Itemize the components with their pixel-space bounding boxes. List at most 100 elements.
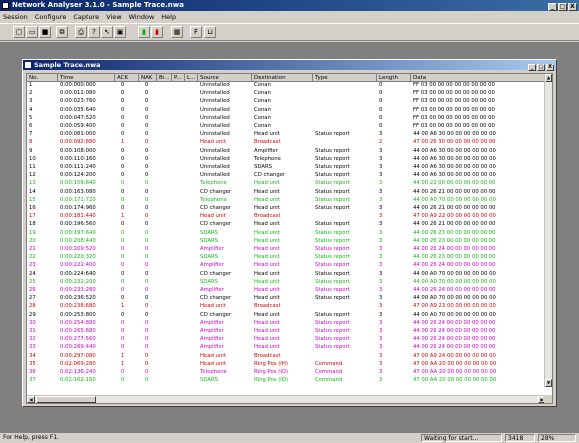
- table-row[interactable]: 21 0:00:209:520 0 0 Amplifier Head unit Status…: [27, 246, 546, 253]
- copy-button[interactable]: ⧉: [56, 26, 68, 38]
- horizontal-scrollbar[interactable]: ◀ ▶: [27, 395, 546, 403]
- table-row[interactable]: 12 0:00:124:200 0 0 Uninstalled CD changer Sta…: [27, 172, 546, 179]
- scroll-left-arrow-icon[interactable]: ◀: [27, 396, 35, 403]
- cell-destination: Head unit: [254, 246, 280, 252]
- help-button[interactable]: ?: [88, 26, 100, 38]
- column-header-data[interactable]: Data: [411, 74, 546, 82]
- menu-help[interactable]: Help: [158, 12, 180, 22]
- table-row[interactable]: 6 0:00:059:400 0 0 Uninstalled Conan 0 FF 03 00…: [27, 123, 546, 130]
- cell-type: Status report: [315, 319, 350, 326]
- cell-no: 29: [29, 311, 36, 318]
- table-row[interactable]: 36 0:02:136:240 0 0 Telephone Ring Pos (IO) Co…: [27, 369, 546, 376]
- table-row[interactable]: 14 0:00:163:080 0 0 CD changer Head unit Statu…: [27, 189, 546, 196]
- scroll-up-arrow-icon[interactable]: ▲: [545, 74, 552, 82]
- table-row[interactable]: 19 0:00:197:640 0 0 SDARS Head unit Status rep…: [27, 230, 546, 237]
- vertical-scrollbar[interactable]: ▲ ▼: [544, 74, 552, 387]
- column-header-p[interactable]: P...: [172, 74, 185, 82]
- table-row[interactable]: 7 0:00:081:000 0 0 Uninstalled Head unit Statu…: [27, 131, 546, 138]
- cell-data: 44 00 26 21 00 00 00 00 00 00: [413, 205, 496, 211]
- trace-maximize-button[interactable]: □: [537, 64, 545, 71]
- close-button[interactable]: X: [568, 3, 577, 11]
- menu-view[interactable]: View: [103, 12, 125, 22]
- table-row[interactable]: 17 0:00:181:440 1 0 Head unit Broadcast 3 47 00…: [27, 213, 546, 220]
- cell-type: Status report: [315, 287, 350, 293]
- table-row[interactable]: 23 0:00:221:400 0 0 Amplifier Head unit Status…: [27, 262, 546, 269]
- column-header-type[interactable]: Type: [313, 74, 377, 82]
- column-header-time[interactable]: Time: [58, 74, 115, 82]
- table-row[interactable]: 35 0:02:069:280 1 0 Head unit Ring Pos (IH) Co…: [27, 361, 546, 368]
- app-icon[interactable]: [2, 2, 9, 9]
- cell-type: Status report: [315, 196, 350, 203]
- table-row[interactable]: 33 0:00:289:440 0 0 Amplifier Head unit Status…: [27, 344, 546, 351]
- table-row[interactable]: 3 0:00:023:760 0 0 Uninstalled Conan 0 FF 03 00…: [27, 98, 546, 105]
- trace-close-button[interactable]: X: [546, 64, 554, 71]
- column-header-source[interactable]: Source: [198, 74, 252, 82]
- column-header-no[interactable]: No.: [27, 74, 58, 82]
- table-row[interactable]: 27 0:00:236:520 0 0 CD changer Head unit Statu…: [27, 295, 546, 302]
- table-row[interactable]: 31 0:00:265:680 0 0 Amplifier Head unit Status…: [27, 328, 546, 335]
- cell-length: 3: [379, 254, 383, 261]
- column-header-l[interactable]: L...: [185, 74, 198, 82]
- format-button[interactable]: F: [190, 26, 202, 38]
- table-row[interactable]: 5 0:00:047:520 0 0 Uninstalled Conan 0 FF 03 00…: [27, 115, 546, 122]
- find-button[interactable]: ▣: [114, 26, 126, 38]
- new-session-button[interactable]: ▢: [13, 26, 25, 38]
- table-row[interactable]: 37 0:02:162:160 0 0 SDARS Ring Pos (IO) Comman…: [27, 377, 546, 384]
- table-row[interactable]: 25 0:00:232:200 0 0 SDARS Head unit Status rep…: [27, 279, 546, 286]
- capture-state: Waiting for start...: [421, 434, 502, 442]
- table-row[interactable]: 28 0:00:238:680 1 0 Head unit Broadcast 3 47 00…: [27, 303, 546, 310]
- menu-capture[interactable]: Capture: [70, 12, 103, 22]
- table-row[interactable]: 22 0:00:220:320 0 0 SDARS Head unit Status rep…: [27, 254, 546, 261]
- filter-button[interactable]: ▦: [171, 26, 183, 38]
- table-row[interactable]: 2 0:00:011:080 0 0 Uninstalled Conan 0 FF 03 00…: [27, 90, 546, 97]
- cell-time: 0:00:174:960: [60, 205, 96, 211]
- cell-length: 0: [379, 98, 383, 105]
- table-row[interactable]: 9 0:00:108:000 0 0 Uninstalled Amplifier Statu…: [27, 148, 546, 155]
- table-row[interactable]: 20 0:00:208:440 0 0 SDARS Head unit Status rep…: [27, 238, 546, 245]
- table-row[interactable]: 26 0:00:233:280 0 0 Amplifier Head unit Status…: [27, 287, 546, 294]
- column-header-nak[interactable]: NAK: [139, 74, 157, 82]
- scroll-lock-button[interactable]: ⊔: [204, 26, 216, 38]
- table-row[interactable]: 1 0:00:000:000 0 0 Uninstalled Conan 0 FF 03 00…: [27, 82, 546, 89]
- stop-capture-button[interactable]: ▮: [151, 26, 163, 38]
- trace-window-title: Sample Trace.nwa: [34, 61, 101, 69]
- column-header-bi[interactable]: Bi...: [157, 74, 172, 82]
- open-button[interactable]: ▭: [26, 26, 38, 38]
- cell-data: 44 00 26 24 00 00 00 00 00 00: [413, 336, 496, 343]
- start-capture-button[interactable]: ▮: [138, 26, 150, 38]
- cell-source: Telephone: [200, 196, 227, 203]
- trace-minimize-button[interactable]: _: [528, 64, 536, 71]
- maximize-button[interactable]: □: [558, 3, 567, 11]
- table-row[interactable]: 34 0:00:297:080 1 0 Head unit Broadcast 3 47 00…: [27, 353, 546, 360]
- cell-no: 26: [29, 287, 36, 293]
- minimize-button[interactable]: _: [548, 3, 557, 11]
- scroll-down-arrow-icon[interactable]: ▼: [545, 379, 552, 387]
- column-header-length[interactable]: Length: [377, 74, 411, 82]
- table-row[interactable]: 4 0:00:035:640 0 0 Uninstalled Conan 0 FF 03 00…: [27, 107, 546, 114]
- cell-type: Status report: [315, 155, 350, 162]
- print-button[interactable]: ⎙: [75, 26, 87, 38]
- cell-destination: Head unit: [254, 205, 280, 211]
- table-row[interactable]: 16 0:00:174:960 0 0 CD changer Head unit Statu…: [27, 205, 546, 212]
- table-row[interactable]: 13 0:00:159:840 0 0 Telephone Head unit Status…: [27, 180, 546, 187]
- column-header-ack[interactable]: ACK: [115, 74, 139, 82]
- menu-configure[interactable]: Configure: [32, 12, 71, 22]
- table-row[interactable]: 24 0:00:224:640 0 0 CD changer Head unit Statu…: [27, 271, 546, 278]
- horizontal-scroll-thumb[interactable]: [36, 396, 96, 403]
- menu-session[interactable]: Session: [0, 12, 32, 22]
- column-header-destination[interactable]: Destination: [252, 74, 313, 82]
- menu-window[interactable]: Window: [126, 12, 159, 22]
- cell-no: 30: [29, 319, 36, 326]
- table-row[interactable]: 30 0:00:254:880 0 0 Amplifier Head unit Status…: [27, 320, 546, 327]
- table-row[interactable]: 32 0:00:277:560 0 0 Amplifier Head unit Status…: [27, 336, 546, 343]
- cell-source: Telephone: [200, 180, 227, 187]
- table-row[interactable]: 10 0:00:110:160 0 0 Uninstalled Telephone Stat…: [27, 156, 546, 163]
- table-row[interactable]: 11 0:00:111:240 0 0 Uninstalled SDARS Status r…: [27, 164, 546, 171]
- cell-type: [313, 139, 379, 146]
- table-row[interactable]: 15 0:00:171:720 0 0 Telephone Head unit Status…: [27, 197, 546, 204]
- table-row[interactable]: 18 0:00:196:560 0 0 CD changer Head unit Statu…: [27, 221, 546, 228]
- save-button[interactable]: ■: [39, 26, 51, 38]
- context-help-button[interactable]: ↖: [101, 26, 113, 38]
- table-row[interactable]: 8 0:00:092:880 1 0 Head unit Broadcast 2 47 00 …: [27, 139, 546, 146]
- table-row[interactable]: 29 0:00:253:800 0 0 CD changer Head unit Statu…: [27, 312, 546, 319]
